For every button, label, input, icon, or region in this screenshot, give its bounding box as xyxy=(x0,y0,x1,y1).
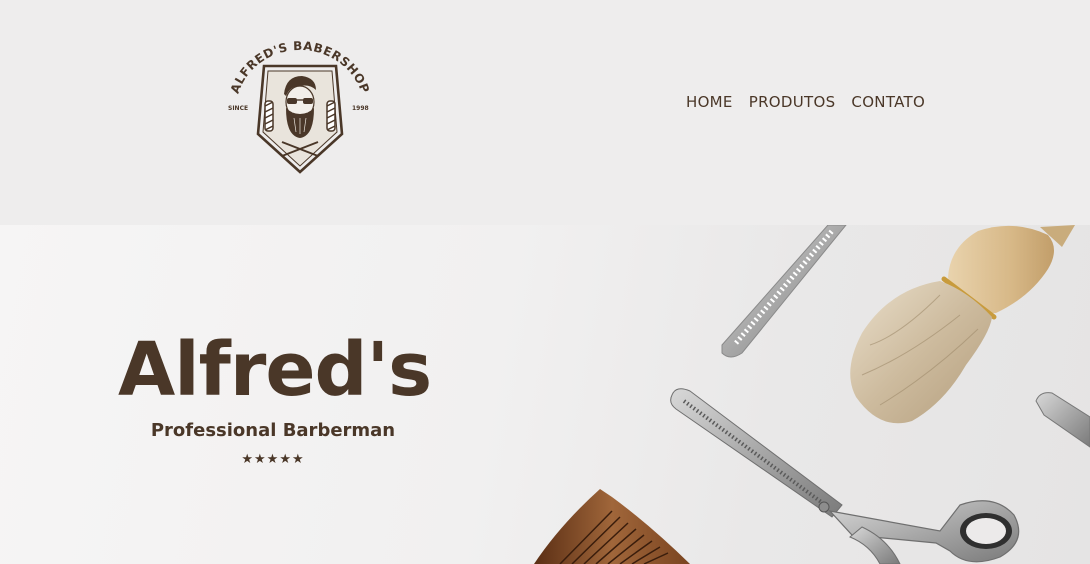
thinning-comb-icon xyxy=(721,225,847,358)
nav-produtos-link[interactable]: PRODUTOS xyxy=(749,93,836,111)
logo-year: 1998 xyxy=(352,105,369,112)
barber-pole-left-icon xyxy=(264,100,274,132)
shaving-brush-icon xyxy=(850,225,1075,424)
hero-subtitle: Professional Barberman xyxy=(150,420,396,441)
logo-since: SINCE xyxy=(228,105,248,112)
hero-banner: Alfred's Professional Barberman ★★★★★ xyxy=(0,225,1090,564)
razor-icon xyxy=(1035,392,1090,448)
site-header: ALFRED'S BABERSHOP SINCE 1998 HOME PRODU… xyxy=(0,0,1090,225)
wooden-comb-icon xyxy=(534,489,690,564)
hero-title: Alfred's xyxy=(118,327,432,413)
nav-home-link[interactable]: HOME xyxy=(686,93,733,111)
barber-pole-right-icon xyxy=(326,100,336,132)
star-rating: ★★★★★ xyxy=(241,451,305,466)
nav-contato-link[interactable]: CONTATO xyxy=(851,93,925,111)
barbershop-logo[interactable]: ALFRED'S BABERSHOP SINCE 1998 xyxy=(224,38,376,178)
thinning-scissors-icon xyxy=(670,388,1020,564)
main-nav: HOME PRODUTOS CONTATO xyxy=(686,93,925,111)
